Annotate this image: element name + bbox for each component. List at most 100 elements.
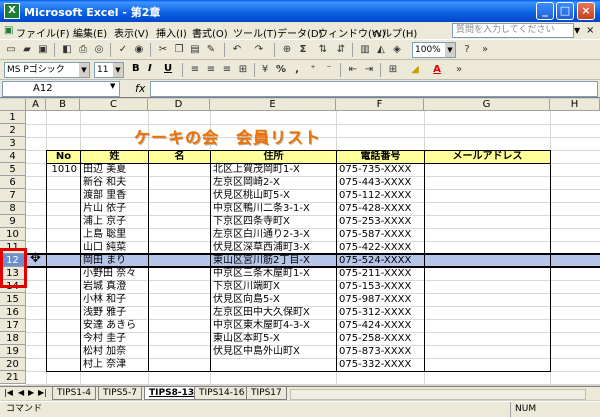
spelling-icon[interactable]: ✓	[116, 43, 130, 57]
row-header[interactable]: 7	[0, 189, 26, 202]
select-all-corner[interactable]	[0, 99, 26, 111]
undo-icon[interactable]: ↶	[230, 43, 244, 57]
percent-button[interactable]: %	[274, 63, 288, 77]
column-header-a[interactable]: A	[26, 99, 46, 111]
format-painter-icon[interactable]: ✎	[204, 43, 218, 57]
toolbar-options-icon[interactable]: »	[478, 43, 492, 57]
close-button[interactable]: ×	[577, 2, 595, 20]
decrease-decimal-icon[interactable]: ⁻	[322, 63, 336, 77]
column-header-h[interactable]: H	[550, 99, 600, 111]
row-header[interactable]: 21	[0, 371, 26, 384]
excel-menu-icon[interactable]: ▣	[4, 25, 13, 36]
increase-indent-icon[interactable]: ⇥	[362, 63, 376, 77]
column-header-e[interactable]: E	[210, 99, 336, 111]
align-center-icon[interactable]: ≡	[204, 63, 218, 77]
permission-icon[interactable]: ◧	[60, 43, 74, 57]
font-size-select[interactable]: 11 ▼	[94, 62, 124, 78]
save-icon[interactable]: ▣	[36, 43, 50, 57]
zoom-select[interactable]: 100% ▼	[412, 42, 456, 58]
new-icon[interactable]: ▭	[4, 43, 18, 57]
insert-function-icon[interactable]: fx	[135, 82, 145, 95]
research-icon[interactable]: ◉	[132, 43, 146, 57]
row-header[interactable]: 2	[0, 124, 26, 137]
increase-decimal-icon[interactable]: ⁺	[306, 63, 320, 77]
menu-data[interactable]: データ(D)	[277, 25, 323, 40]
help-search-input[interactable]: 質問を入力してください	[452, 23, 574, 38]
chevron-down-icon[interactable]: ▼	[79, 63, 89, 77]
italic-button[interactable]: I	[148, 63, 152, 74]
column-header-b[interactable]: B	[46, 99, 80, 111]
help-search-dropdown-icon[interactable]: ▼	[574, 23, 580, 38]
underline-button[interactable]: U	[164, 63, 172, 74]
row-header[interactable]: 17	[0, 319, 26, 332]
column-header-c[interactable]: C	[80, 99, 148, 111]
menu-file[interactable]: ファイル(F)	[16, 25, 70, 40]
row-header[interactable]: 6	[0, 176, 26, 189]
chevron-down-icon[interactable]: ▼	[113, 63, 123, 77]
drawing-toolbar-icon[interactable]: ◈	[390, 43, 404, 57]
print-icon[interactable]: ⎙	[76, 43, 90, 57]
menu-help[interactable]: ヘルプ(H)	[372, 25, 417, 40]
row-header[interactable]: 3	[0, 137, 26, 150]
menu-edit[interactable]: 編集(E)	[73, 25, 107, 40]
drawing-icon[interactable]: ◭	[374, 43, 388, 57]
name-box[interactable]: A12	[2, 81, 120, 97]
sheet-tab[interactable]: TIPS14-16	[194, 387, 250, 400]
formula-input[interactable]	[150, 81, 598, 97]
help-icon[interactable]: ?	[460, 43, 474, 57]
redo-icon[interactable]: ↷	[252, 43, 266, 57]
font-name-select[interactable]: MS Pゴシック ▼	[4, 62, 90, 78]
prev-sheet-icon[interactable]: ◀	[18, 388, 24, 397]
comma-button[interactable]: ,	[290, 63, 304, 77]
first-sheet-icon[interactable]: |◀	[4, 388, 13, 397]
last-sheet-icon[interactable]: ▶|	[38, 388, 47, 397]
row-header[interactable]: 1	[0, 111, 26, 124]
minimize-button[interactable]: _	[536, 2, 554, 20]
next-sheet-icon[interactable]: ▶	[28, 388, 34, 397]
autosum-icon[interactable]: Σ	[296, 43, 310, 57]
horizontal-scrollbar[interactable]	[290, 389, 586, 400]
cut-icon[interactable]: ✂	[156, 43, 170, 57]
align-left-icon[interactable]: ≡	[188, 63, 202, 77]
sheet-tab[interactable]: TIPS1-4	[52, 387, 96, 400]
bold-button[interactable]: B	[132, 63, 140, 74]
paste-icon[interactable]: ▤	[188, 43, 202, 57]
sheet-tab[interactable]: TIPS5-7	[98, 387, 142, 400]
row-header[interactable]: 16	[0, 306, 26, 319]
chart-wizard-icon[interactable]: ▥	[358, 43, 372, 57]
sort-ascending-icon[interactable]: ⇅	[316, 43, 330, 57]
merge-center-icon[interactable]: ⊞	[236, 63, 250, 77]
currency-button[interactable]: ¥	[258, 63, 272, 77]
row-header[interactable]: 9	[0, 215, 26, 228]
copy-icon[interactable]: ❐	[172, 43, 186, 57]
column-header-f[interactable]: F	[336, 99, 424, 111]
toolbar-options-icon[interactable]: »	[452, 63, 466, 77]
row-header[interactable]: 10	[0, 228, 26, 241]
open-icon[interactable]: ▰	[20, 43, 34, 57]
workbook-close-icon[interactable]: ×	[586, 25, 594, 36]
maximize-button[interactable]: □	[556, 2, 574, 20]
chevron-down-icon[interactable]: ▼	[445, 43, 455, 57]
fill-color-icon[interactable]: ◢	[408, 63, 422, 77]
row-header[interactable]: 5	[0, 163, 26, 176]
decrease-indent-icon[interactable]: ⇤	[346, 63, 360, 77]
row-header[interactable]: 8	[0, 202, 26, 215]
hyperlink-icon[interactable]: ⊕	[280, 43, 294, 57]
sheet-tab[interactable]: TIPS17	[246, 387, 287, 400]
row-header[interactable]: 15	[0, 293, 26, 306]
row-header[interactable]: 18	[0, 332, 26, 345]
column-header-d[interactable]: D	[148, 99, 210, 111]
align-right-icon[interactable]: ≡	[220, 63, 234, 77]
print-preview-icon[interactable]: ◎	[92, 43, 106, 57]
column-header-g[interactable]: G	[424, 99, 550, 111]
sort-descending-icon[interactable]: ⇵	[334, 43, 348, 57]
menu-view[interactable]: 表示(V)	[114, 25, 149, 40]
menu-format[interactable]: 書式(O)	[192, 25, 228, 40]
row-header[interactable]: 4	[0, 150, 26, 163]
menu-tools[interactable]: ツール(T)	[233, 25, 277, 40]
sheet-title[interactable]: ケーキの会 会員リスト	[134, 124, 321, 148]
sheet-tab-active[interactable]: TIPS8-13	[144, 387, 200, 400]
excel-app-icon[interactable]: X	[4, 3, 20, 19]
chevron-down-icon[interactable]: ▼	[110, 82, 115, 90]
borders-icon[interactable]: ⊞	[386, 63, 400, 77]
